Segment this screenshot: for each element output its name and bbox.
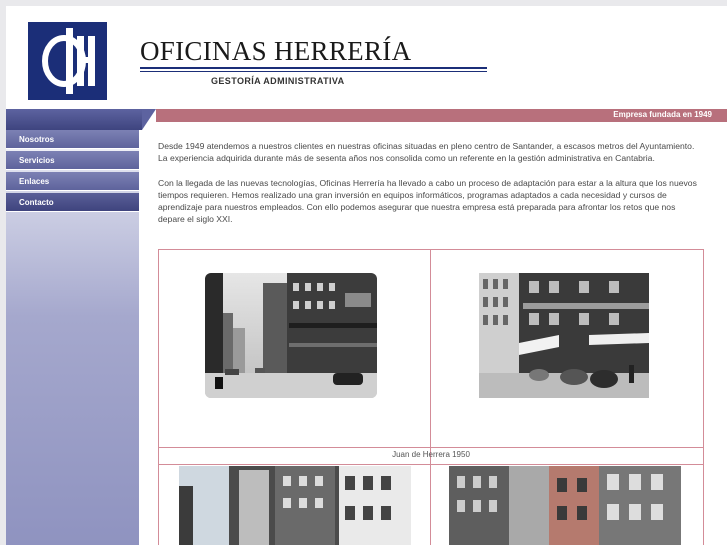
oh-monogram-logo[interactable] [28, 22, 107, 100]
founded-text: Empresa fundada en 1949 [613, 110, 712, 119]
nav-item-contacto[interactable]: Contacto [6, 193, 139, 212]
gallery-divider [430, 250, 431, 545]
photo-gallery: Juan de Herrera 1950 [158, 249, 704, 545]
street-photo-3[interactable] [179, 466, 411, 545]
gallery-caption: Juan de Herrera 1950 [392, 450, 470, 459]
nav-header-band [6, 109, 142, 130]
main-content: Desde 1949 atendemos a nuestros clientes… [158, 140, 698, 239]
nav-item-servicios[interactable]: Servicios [6, 151, 139, 170]
intro-paragraph: Desde 1949 atendemos a nuestros clientes… [158, 141, 695, 164]
page: OFICINAS HERRERÍA GESTORÍA ADMINISTRATIV… [6, 6, 727, 545]
nav-item-nosotros[interactable]: Nosotros [6, 130, 139, 149]
street-photo-2[interactable] [479, 273, 649, 398]
street-photo-1[interactable] [205, 273, 377, 398]
nav-item-enlaces[interactable]: Enlaces [6, 172, 139, 191]
gallery-divider [159, 464, 703, 465]
technology-paragraph: Con la llegada de las nuevas tecnologías… [158, 178, 697, 225]
band-notch [142, 109, 156, 130]
gallery-divider [159, 447, 703, 448]
street-photo-4[interactable] [449, 466, 681, 545]
sidebar: Nosotros Servicios Enlaces Contacto [6, 130, 139, 545]
brand-tagline: GESTORÍA ADMINISTRATIVA [211, 76, 345, 86]
brand-name: OFICINAS HERRERÍA [140, 36, 412, 66]
brand-rule-thin [140, 71, 487, 72]
brand-rule [140, 67, 487, 69]
